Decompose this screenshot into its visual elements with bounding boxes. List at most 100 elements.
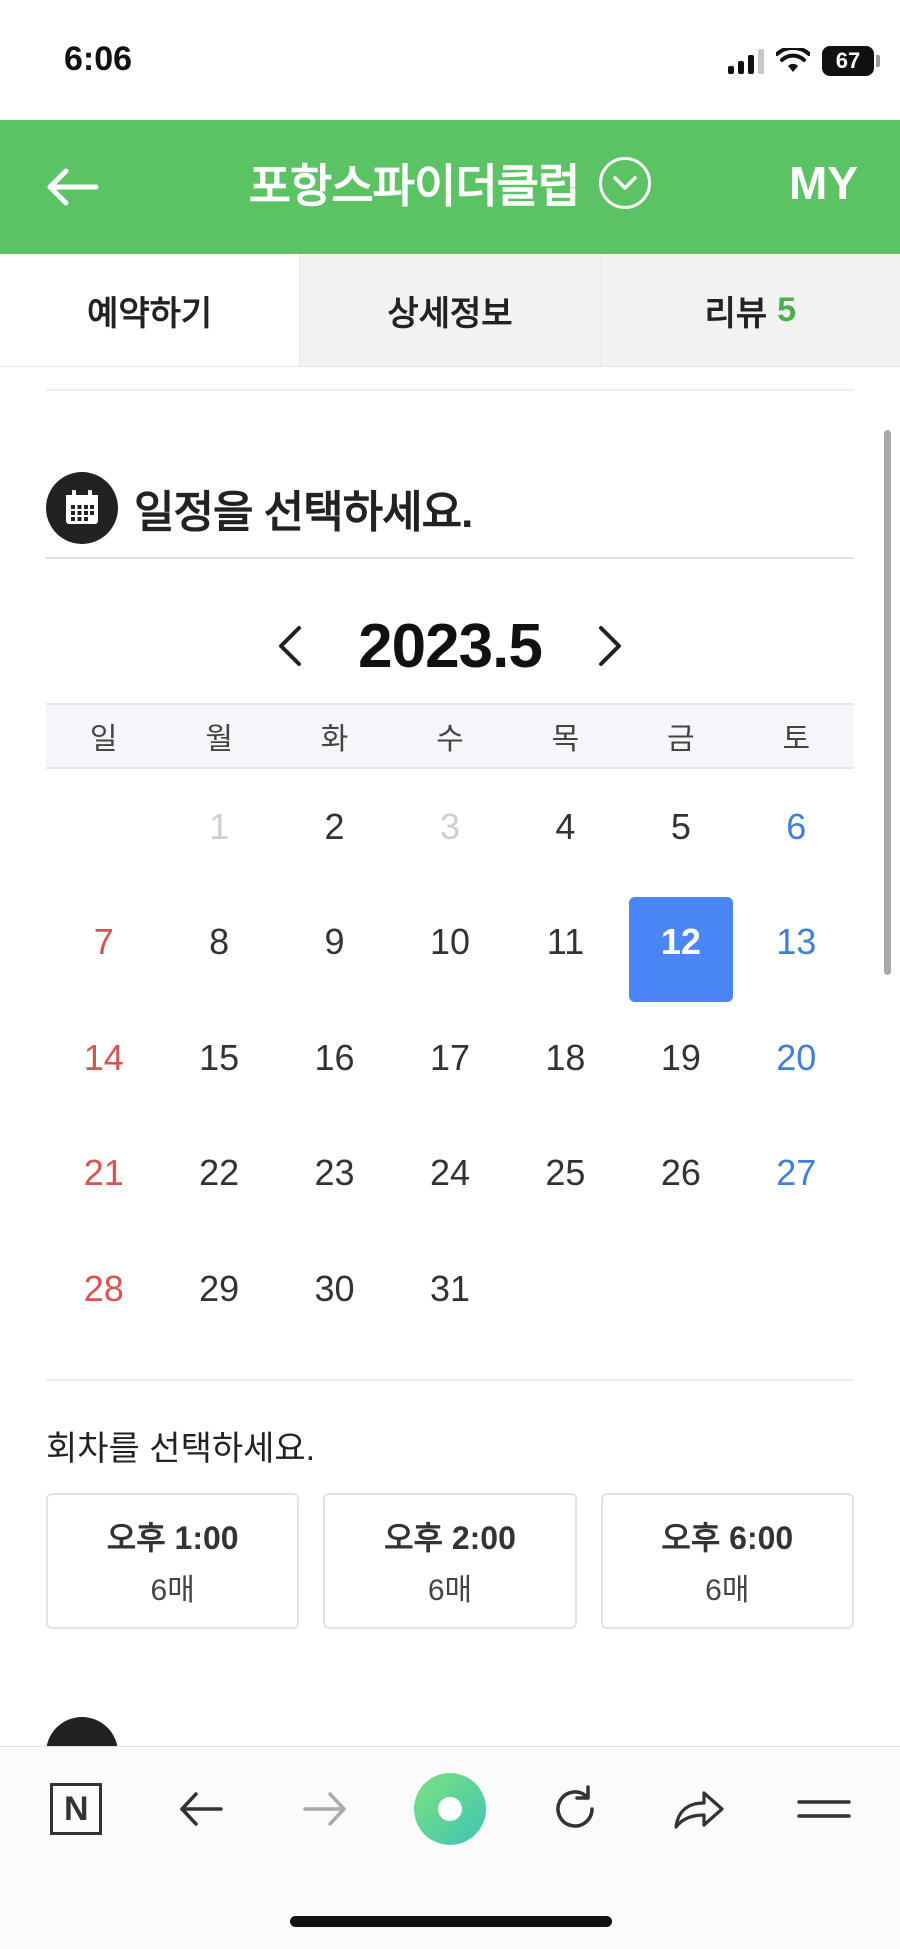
calendar-day[interactable]: 23 bbox=[277, 1116, 392, 1232]
my-button[interactable]: MY bbox=[789, 156, 858, 210]
calendar-day[interactable]: 5 bbox=[623, 769, 738, 885]
weekday-label: 화 bbox=[320, 723, 349, 756]
share-button[interactable] bbox=[661, 1771, 737, 1847]
calendar-day-number: 16 bbox=[314, 1036, 355, 1078]
calendar-day[interactable]: 21 bbox=[46, 1116, 161, 1232]
calendar-day[interactable]: 17 bbox=[392, 1000, 507, 1116]
tab-reservation-label: 예약하기 bbox=[87, 294, 213, 333]
calendar-day[interactable]: 8 bbox=[161, 885, 276, 1001]
calendar-empty-cell bbox=[46, 769, 161, 885]
calendar-day-number: 17 bbox=[429, 1036, 471, 1078]
round-options: 오후 1:00 6매 오후 2:00 6매 오후 6:00 6매 bbox=[46, 1493, 854, 1629]
calendar-day-number: 23 bbox=[314, 1152, 355, 1194]
calendar-day[interactable]: 27 bbox=[739, 1116, 854, 1232]
weekday-label: 일 bbox=[89, 723, 118, 756]
calendar-day-number: 18 bbox=[545, 1036, 586, 1078]
calendar-day[interactable]: 10 bbox=[392, 885, 507, 1001]
signal-icon bbox=[728, 48, 764, 74]
calendar-day[interactable]: 28 bbox=[46, 1231, 161, 1347]
weekday-label: 금 bbox=[667, 723, 695, 756]
review-count: 5 bbox=[777, 290, 797, 329]
menu-button[interactable] bbox=[786, 1771, 862, 1847]
chevron-right-icon bbox=[598, 626, 621, 666]
calendar-day[interactable]: 15 bbox=[161, 1000, 276, 1116]
calendar-day[interactable]: 29 bbox=[161, 1231, 276, 1347]
schedule-heading: 일정을 선택하세요. bbox=[46, 472, 473, 544]
calendar-day[interactable]: 20 bbox=[739, 1000, 854, 1116]
green-dot-button[interactable] bbox=[412, 1771, 488, 1847]
calendar-day[interactable]: 13 bbox=[739, 885, 854, 1001]
weekday-label: 토 bbox=[782, 723, 811, 756]
month-navigation: 2023.5 bbox=[46, 601, 854, 691]
calendar-day[interactable]: 22 bbox=[161, 1116, 276, 1232]
tab-details-label: 상세정보 bbox=[387, 294, 513, 333]
tab-reviews-label: 리뷰 bbox=[704, 294, 768, 333]
calendar-day[interactable]: 6 bbox=[739, 769, 854, 885]
chevron-down-icon bbox=[599, 157, 652, 209]
share-arrow-icon bbox=[674, 1791, 724, 1829]
divider bbox=[46, 389, 854, 391]
arrow-right-icon bbox=[303, 1792, 347, 1826]
calendar-day-number: 29 bbox=[199, 1267, 240, 1309]
wifi-icon bbox=[776, 48, 810, 72]
calendar-day[interactable]: 26 bbox=[623, 1116, 738, 1232]
calendar-day[interactable]: 19 bbox=[623, 1000, 738, 1116]
calendar-day[interactable]: 7 bbox=[46, 885, 161, 1001]
scrollbar[interactable] bbox=[884, 430, 891, 975]
divider bbox=[46, 1379, 854, 1381]
calendar-day-number: 20 bbox=[776, 1036, 817, 1078]
calendar-day-number: 8 bbox=[209, 921, 230, 963]
tab-bar: 예약하기 상세정보 리뷰 5 bbox=[0, 254, 900, 367]
battery-icon: 67 bbox=[822, 46, 880, 76]
calendar-day[interactable]: 2 bbox=[277, 769, 392, 885]
tab-details[interactable]: 상세정보 bbox=[299, 254, 599, 366]
divider bbox=[46, 557, 854, 559]
calendar-day-number: 15 bbox=[199, 1036, 240, 1078]
calendar-day-number: 7 bbox=[93, 921, 114, 963]
calendar-day[interactable]: 11 bbox=[508, 885, 623, 1001]
tab-reviews[interactable]: 리뷰 5 bbox=[599, 254, 900, 366]
header-title-dropdown[interactable]: 포항스파이더클럽 bbox=[0, 150, 900, 216]
round-option-card[interactable]: 오후 1:00 6매 bbox=[46, 1493, 300, 1629]
app-header: 포항스파이더클럽 MY bbox=[0, 120, 900, 254]
round-title: 회차를 선택하세요. bbox=[46, 1430, 316, 1468]
round-seats: 6매 bbox=[150, 1574, 195, 1607]
calendar-day-number: 2 bbox=[324, 805, 345, 847]
calendar-day-number: 11 bbox=[546, 921, 585, 963]
calendar-day[interactable]: 31 bbox=[392, 1231, 507, 1347]
calendar-day[interactable]: 25 bbox=[508, 1116, 623, 1232]
round-seats: 6매 bbox=[427, 1574, 473, 1607]
calendar-day[interactable]: 18 bbox=[508, 1000, 623, 1116]
round-time: 오후 1:00 bbox=[106, 1520, 239, 1556]
naver-home-button[interactable]: N bbox=[38, 1771, 114, 1847]
reload-button[interactable] bbox=[537, 1771, 613, 1847]
next-month-button[interactable] bbox=[586, 616, 634, 676]
calendar-day[interactable]: 9 bbox=[277, 885, 392, 1001]
calendar-day-number: 30 bbox=[314, 1267, 355, 1309]
naver-n-icon: N bbox=[50, 1783, 103, 1835]
prev-month-button[interactable] bbox=[266, 616, 314, 676]
calendar-empty-cell bbox=[739, 1231, 854, 1347]
calendar-day[interactable]: 16 bbox=[277, 1000, 392, 1116]
tab-reservation[interactable]: 예약하기 bbox=[0, 254, 300, 366]
weekday-label: 월 bbox=[205, 723, 233, 756]
calendar-day-number: 26 bbox=[660, 1152, 701, 1194]
calendar-day[interactable]: 4 bbox=[508, 769, 623, 885]
green-dot-icon bbox=[413, 1773, 486, 1845]
current-month: 2023.5 bbox=[358, 611, 543, 681]
calendar-day-number: 27 bbox=[776, 1152, 817, 1194]
calendar-day-number: 12 bbox=[660, 921, 701, 963]
browser-back-button[interactable] bbox=[163, 1771, 239, 1847]
round-option-card[interactable]: 오후 6:00 6매 bbox=[600, 1493, 854, 1629]
round-time: 오후 2:00 bbox=[384, 1520, 516, 1556]
calendar-day-selected[interactable]: 12 bbox=[623, 885, 738, 1002]
browser-forward-button[interactable] bbox=[287, 1771, 363, 1847]
calendar-day[interactable]: 14 bbox=[46, 1000, 161, 1116]
calendar-day[interactable]: 24 bbox=[392, 1116, 507, 1232]
calendar-day-number: 31 bbox=[429, 1267, 471, 1309]
calendar-icon bbox=[46, 472, 118, 544]
calendar-day[interactable]: 30 bbox=[277, 1231, 392, 1347]
calendar-day-number: 10 bbox=[429, 921, 471, 963]
status-bar: 6:06 67 bbox=[0, 0, 900, 120]
round-option-card[interactable]: 오후 2:00 6매 bbox=[323, 1493, 577, 1629]
